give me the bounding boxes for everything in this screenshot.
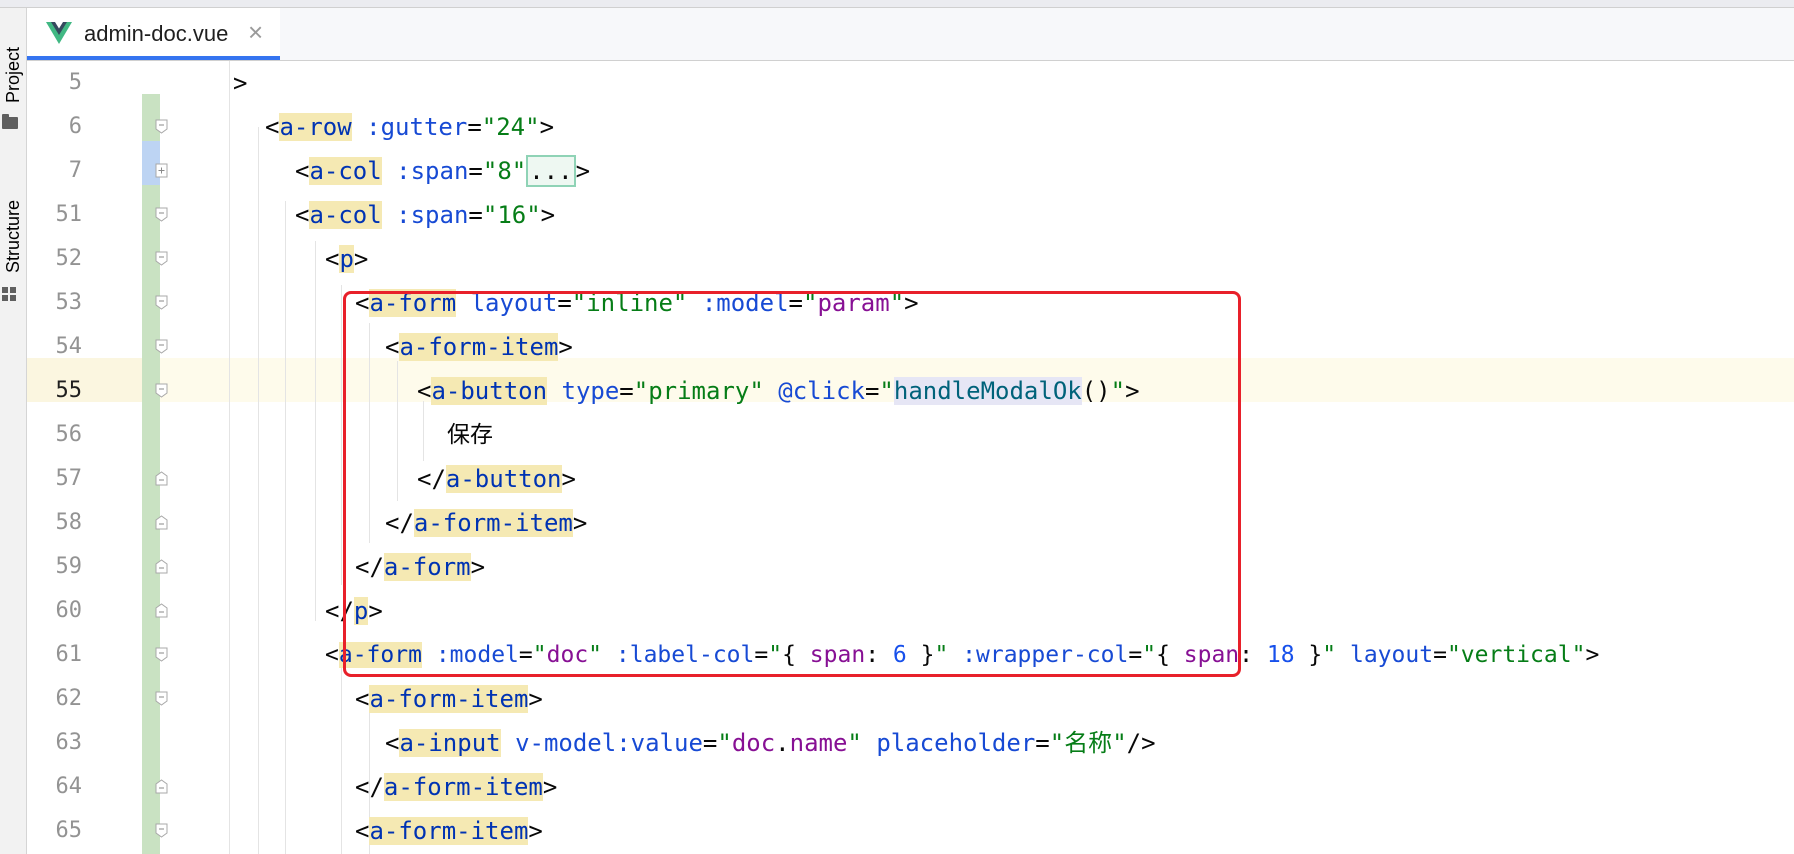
editor-tab-label: admin-doc.vue bbox=[84, 21, 229, 46]
code-text: <a-form-item> bbox=[355, 685, 543, 713]
line-number: 56 bbox=[55, 422, 83, 447]
code-line[interactable]: 52 <p> bbox=[27, 237, 1794, 281]
line-number: 61 bbox=[55, 642, 83, 667]
fold-marker-icon[interactable] bbox=[155, 823, 168, 838]
code-text: <a-col :span="8"... > bbox=[295, 155, 591, 187]
tool-window-strip: Project Structure bbox=[0, 8, 27, 854]
fold-marker-icon[interactable] bbox=[155, 207, 168, 222]
line-number: 63 bbox=[55, 730, 83, 755]
line-number: 60 bbox=[55, 598, 83, 623]
close-icon[interactable]: × bbox=[248, 17, 263, 48]
fold-marker-icon[interactable] bbox=[155, 647, 168, 662]
code-text: <a-row :gutter="24"> bbox=[265, 113, 555, 141]
fold-end-marker-icon[interactable] bbox=[155, 603, 168, 618]
line-number: 64 bbox=[55, 774, 83, 799]
line-number: 51 bbox=[55, 202, 83, 227]
line-number: 58 bbox=[55, 510, 83, 535]
window-top-edge bbox=[0, 0, 1794, 8]
folder-icon[interactable] bbox=[2, 114, 18, 129]
code-text: <p> bbox=[325, 245, 369, 273]
structure-tab-label: Structure bbox=[3, 199, 23, 273]
code-text: > bbox=[233, 69, 248, 97]
fold-end-marker-icon[interactable] bbox=[155, 559, 168, 574]
line-number: 62 bbox=[55, 686, 83, 711]
code-line[interactable]: 5 > bbox=[27, 61, 1794, 105]
code-line[interactable]: 62 <a-form-item> bbox=[27, 677, 1794, 721]
code-line[interactable]: 6 <a-row :gutter="24"> bbox=[27, 105, 1794, 149]
line-number: 55 bbox=[55, 378, 83, 403]
fold-marker-icon[interactable] bbox=[155, 295, 168, 310]
code-text: <a-input v-model:value="doc.name" placeh… bbox=[385, 729, 1156, 757]
fold-marker-icon[interactable] bbox=[155, 119, 168, 134]
code-line[interactable]: 7 <a-col :span="8"... > bbox=[27, 149, 1794, 193]
fold-marker-icon[interactable] bbox=[155, 691, 168, 706]
code-text: </a-form-item> bbox=[355, 773, 558, 801]
line-number: 7 bbox=[68, 158, 82, 183]
line-number: 57 bbox=[55, 466, 83, 491]
structure-icon[interactable] bbox=[2, 287, 18, 303]
code-editor[interactable]: 5 > 6 <a-row :gutter="24"> 7 <a-col :spa… bbox=[27, 61, 1794, 854]
project-tab-label: Project bbox=[3, 46, 23, 103]
line-number: 53 bbox=[55, 290, 83, 315]
fold-end-marker-icon[interactable] bbox=[155, 515, 168, 530]
line-number: 59 bbox=[55, 554, 83, 579]
code-text: <a-form-item> bbox=[355, 817, 543, 845]
editor-tab-bar: admin-doc.vue × bbox=[27, 8, 1794, 61]
annotation-highlight-box bbox=[343, 291, 1241, 677]
code-text: <a-col :span="16"> bbox=[295, 201, 556, 229]
code-line[interactable]: 51 <a-col :span="16"> bbox=[27, 193, 1794, 237]
vue-file-icon bbox=[46, 22, 72, 44]
line-number: 54 bbox=[55, 334, 83, 359]
editor-tab-admin-doc[interactable]: admin-doc.vue × bbox=[27, 8, 280, 60]
fold-end-marker-icon[interactable] bbox=[155, 779, 168, 794]
code-line[interactable]: 65 <a-form-item> bbox=[27, 809, 1794, 853]
fold-marker-icon[interactable] bbox=[155, 383, 168, 398]
line-number: 6 bbox=[68, 114, 82, 139]
fold-marker-icon[interactable] bbox=[155, 339, 168, 354]
fold-marker-icon[interactable] bbox=[155, 251, 168, 266]
line-number: 52 bbox=[55, 246, 83, 271]
expand-fold-icon[interactable] bbox=[155, 163, 168, 178]
code-line[interactable]: 63 <a-input v-model:value="doc.name" pla… bbox=[27, 721, 1794, 765]
active-tab-indicator bbox=[27, 56, 280, 60]
code-line[interactable]: 64 </a-form-item> bbox=[27, 765, 1794, 809]
line-number: 5 bbox=[68, 70, 82, 95]
line-number: 65 bbox=[55, 818, 83, 843]
fold-end-marker-icon[interactable] bbox=[155, 471, 168, 486]
